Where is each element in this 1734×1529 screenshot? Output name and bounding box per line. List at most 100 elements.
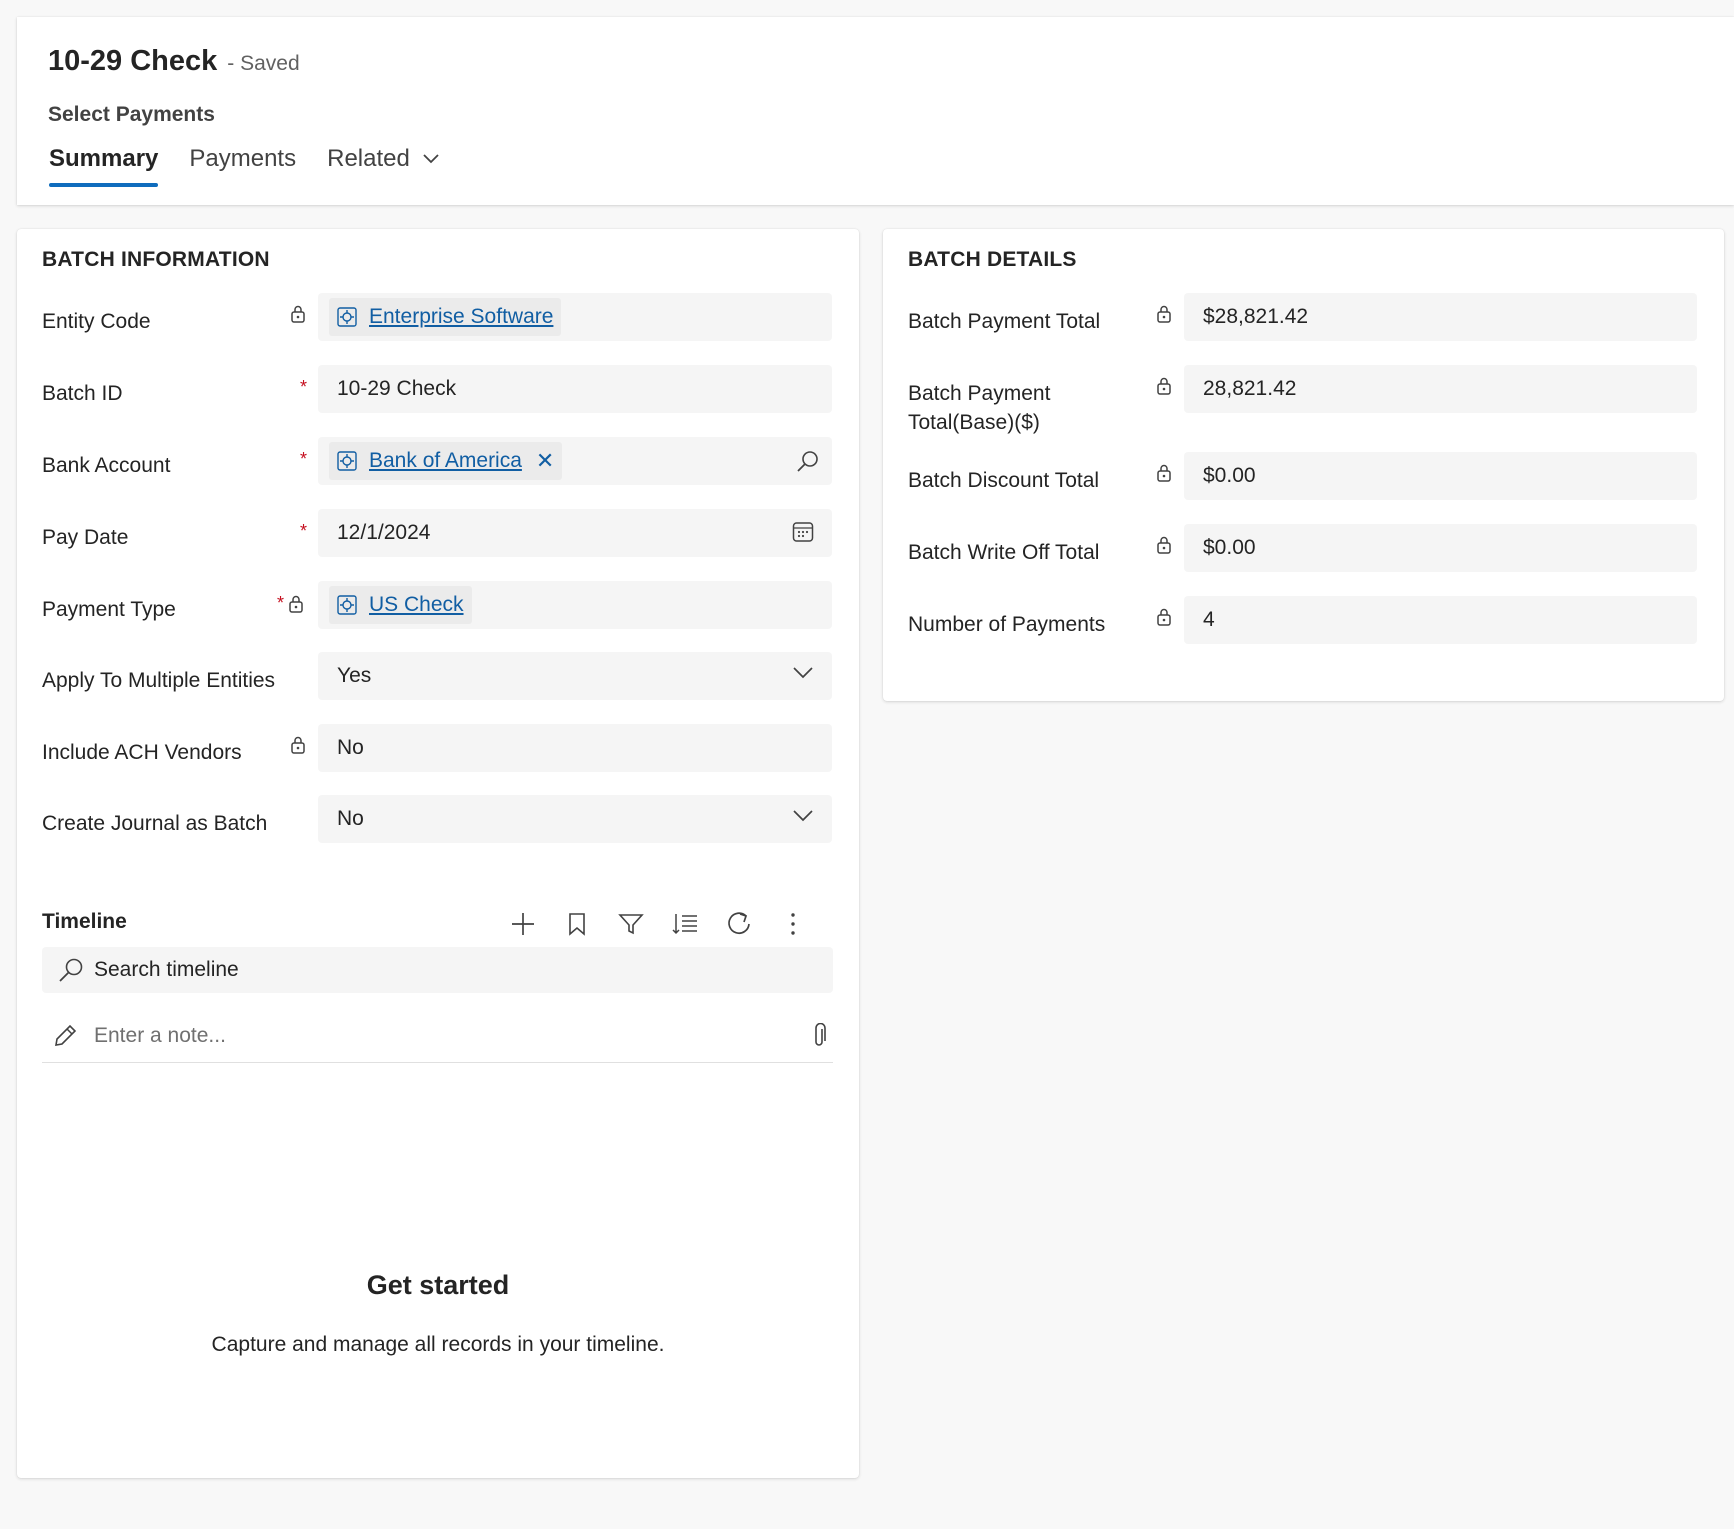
search-timeline-input[interactable] [94,958,794,982]
field-label: Bank Account [42,454,171,477]
timeline-search[interactable] [42,947,833,993]
field-value: $0.00 [1203,464,1256,487]
tab-payments[interactable]: Payments [189,145,296,187]
form-selector[interactable]: Select Payments [48,103,215,127]
lookup-chip[interactable]: US Check [329,586,472,624]
sort-list-icon[interactable] [658,904,712,944]
field-label: Batch Discount Total [908,469,1100,492]
section-title: BATCH INFORMATION [42,248,270,271]
field-entity-code: Entity Code Enterprise Software [42,293,834,341]
search-icon[interactable] [796,449,820,473]
search-icon [58,957,84,983]
tab-list: Summary Payments Related [49,145,471,187]
chevron-down-icon [792,809,814,823]
calendar-icon[interactable] [792,521,814,543]
field-value: 4 [1203,608,1215,631]
field-flags: * [277,593,304,614]
tab-label: Related [327,145,410,172]
record-header: 10-29 Check - Saved Select Payments Summ… [17,17,1734,205]
refresh-icon[interactable] [712,904,766,944]
field-label: Create Journal as Batch [42,812,268,835]
field-create-journal-as-batch: Create Journal as Batch No [42,795,834,843]
batch-payment-total-value: $28,821.42 [1184,293,1697,341]
tab-related[interactable]: Related [327,145,440,187]
add-icon[interactable] [496,904,550,944]
tab-label: Summary [49,145,159,172]
timeline-toolbar [496,904,820,944]
field-value: Yes [337,664,372,687]
field-batch-payment-total: Batch Payment Total $28,821.42 [908,293,1699,341]
field-value: $0.00 [1203,536,1256,559]
note-input[interactable] [94,1023,754,1048]
section-title: BATCH DETAILS [908,248,1077,271]
filter-icon[interactable] [604,904,658,944]
field-label: Batch Payment Total [908,310,1101,333]
field-value: 10-29 Check [337,377,457,400]
pay-date-input[interactable]: 12/1/2024 [318,509,832,557]
field-include-ach-vendors: Include ACH Vendors No [42,724,834,772]
timeline-title: Timeline [42,910,127,933]
create-journal-select[interactable]: No [318,795,832,843]
field-batch-id: Batch ID * 10-29 Check [42,365,834,413]
required-indicator: * [300,377,308,397]
lock-icon [288,595,304,613]
field-flags [290,736,306,754]
lock-icon [290,305,306,323]
field-label-line: Total(Base)($) [908,411,1040,434]
field-value: No [337,736,364,759]
payment-type-link[interactable]: US Check [369,593,464,617]
batch-discount-total-value: $0.00 [1184,452,1697,500]
timeline-header: Timeline [42,898,834,948]
lock-icon [1156,536,1172,554]
record-entity-icon [337,595,357,615]
batch-payment-total-base-value: 28,821.42 [1184,365,1697,413]
lock-icon [1156,305,1172,323]
lookup-chip[interactable]: Bank of America ✕ [329,442,563,480]
field-label: Include ACH Vendors [42,741,242,764]
field-label: Batch Write Off Total [908,541,1100,564]
entity-code-link[interactable]: Enterprise Software [369,305,553,329]
batch-id-input[interactable]: 10-29 Check [318,365,832,413]
payment-type-field[interactable]: US Check [318,581,832,629]
batch-information-section: BATCH INFORMATION Entity Code Enterprise… [17,229,859,1478]
remove-lookup-button[interactable]: ✕ [536,448,554,474]
save-status: - Saved [227,52,300,75]
field-label: Number of Payments [908,613,1106,636]
title-row: 10-29 Check - Saved [48,45,300,78]
field-flags [1156,464,1172,482]
tab-summary[interactable]: Summary [49,145,159,187]
field-flags [1156,608,1172,626]
field-value: 28,821.42 [1203,377,1297,400]
lock-icon [1156,608,1172,626]
bank-account-lookup[interactable]: Bank of America ✕ [318,437,832,485]
field-flags [290,305,306,323]
more-vertical-icon[interactable] [766,904,820,944]
record-entity-icon [337,451,357,471]
timeline-empty-title: Get started [366,1270,510,1300]
bank-account-link[interactable]: Bank of America [369,449,522,473]
field-label-line: Batch Payment [908,382,1051,405]
field-batch-discount-total: Batch Discount Total $0.00 [908,452,1699,500]
field-apply-to-multiple-entities: Apply To Multiple Entities Yes [42,652,834,700]
entity-code-field[interactable]: Enterprise Software [318,293,832,341]
lock-icon [290,736,306,754]
field-label: Entity Code [42,310,151,333]
required-indicator: * [277,593,285,613]
note-composer[interactable] [42,1009,833,1063]
number-of-payments-value: 4 [1184,596,1697,644]
required-indicator: * [300,449,308,469]
field-label: Batch Payment Total(Base)($) [908,379,1050,437]
lock-icon [1156,464,1172,482]
field-batch-payment-total-base: Batch Payment Total(Base)($) 28,821.42 [908,365,1699,434]
required-indicator: * [300,521,308,541]
attachment-icon[interactable] [811,1023,827,1049]
field-flags: * [300,449,311,470]
apply-multiple-entities-select[interactable]: Yes [318,652,832,700]
field-number-of-payments: Number of Payments 4 [908,596,1699,644]
batch-write-off-total-value: $0.00 [1184,524,1697,572]
timeline-empty-description: Capture and manage all records in your t… [211,1333,665,1356]
bookmark-icon[interactable] [550,904,604,944]
field-flags: * [300,377,311,398]
lookup-chip[interactable]: Enterprise Software [329,298,562,336]
field-label: Apply To Multiple Entities [42,669,276,692]
